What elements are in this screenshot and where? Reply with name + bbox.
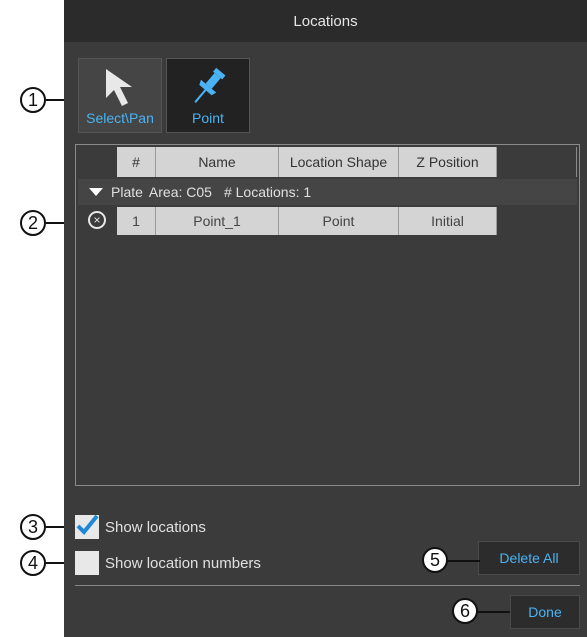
arrow-cursor-icon (79, 65, 161, 107)
table-row[interactable]: 1 Point_1 Point Initial (117, 207, 497, 235)
group-area-text: Area: C05 (148, 184, 212, 200)
callout-1: 1 (20, 87, 46, 113)
callout-2: 2 (20, 210, 46, 236)
select-pan-tool-button[interactable]: Select\Pan (78, 58, 162, 133)
group-plate-label: Plate (111, 184, 143, 200)
point-tool-button[interactable]: Point (166, 58, 250, 133)
cell-name: Point_1 (156, 207, 279, 235)
show-location-numbers-label: Show location numbers (105, 554, 261, 572)
pushpin-icon (167, 65, 249, 107)
show-locations-checkbox[interactable] (75, 514, 99, 539)
cell-location-shape: Point (279, 207, 399, 235)
select-pan-label: Select\Pan (86, 110, 154, 126)
grid-header: # Name Location Shape Z Position (117, 147, 497, 177)
column-header-location-shape[interactable]: Location Shape (279, 147, 399, 177)
show-locations-label: Show locations (105, 518, 206, 536)
delete-all-button[interactable]: Delete All (478, 541, 580, 575)
callout-6: 6 (452, 598, 478, 624)
callout-3: 3 (20, 514, 46, 540)
locations-grid: # Name Location Shape Z Position Plate A… (75, 144, 580, 486)
group-row-plate[interactable]: Plate Area: C05 # Locations: 1 (78, 179, 577, 205)
checkmark-icon (76, 514, 99, 535)
window-title: Locations (64, 0, 587, 42)
column-header-z-position[interactable]: Z Position (399, 147, 497, 177)
point-label: Point (192, 110, 224, 126)
done-button[interactable]: Done (510, 595, 580, 629)
show-locations-option: Show locations (75, 514, 206, 539)
group-count-text: # Locations: 1 (223, 184, 312, 200)
callout-4: 4 (20, 550, 46, 576)
divider (75, 585, 580, 586)
cell-number: 1 (117, 207, 156, 235)
cell-z-position: Initial (399, 207, 497, 235)
collapse-triangle-icon[interactable] (89, 188, 103, 196)
delete-row-icon[interactable]: × (88, 211, 106, 229)
show-location-numbers-checkbox[interactable] (75, 551, 99, 575)
column-header-name[interactable]: Name (156, 147, 279, 177)
locations-panel: Locations Select\Pan Point # Name Locati… (64, 0, 587, 637)
leader-line-6 (476, 611, 510, 613)
leader-line-5 (444, 560, 480, 562)
column-header-number[interactable]: # (117, 147, 156, 177)
grid-header-filler (497, 147, 577, 177)
callout-5: 5 (422, 547, 448, 573)
show-location-numbers-option: Show location numbers (75, 551, 261, 575)
